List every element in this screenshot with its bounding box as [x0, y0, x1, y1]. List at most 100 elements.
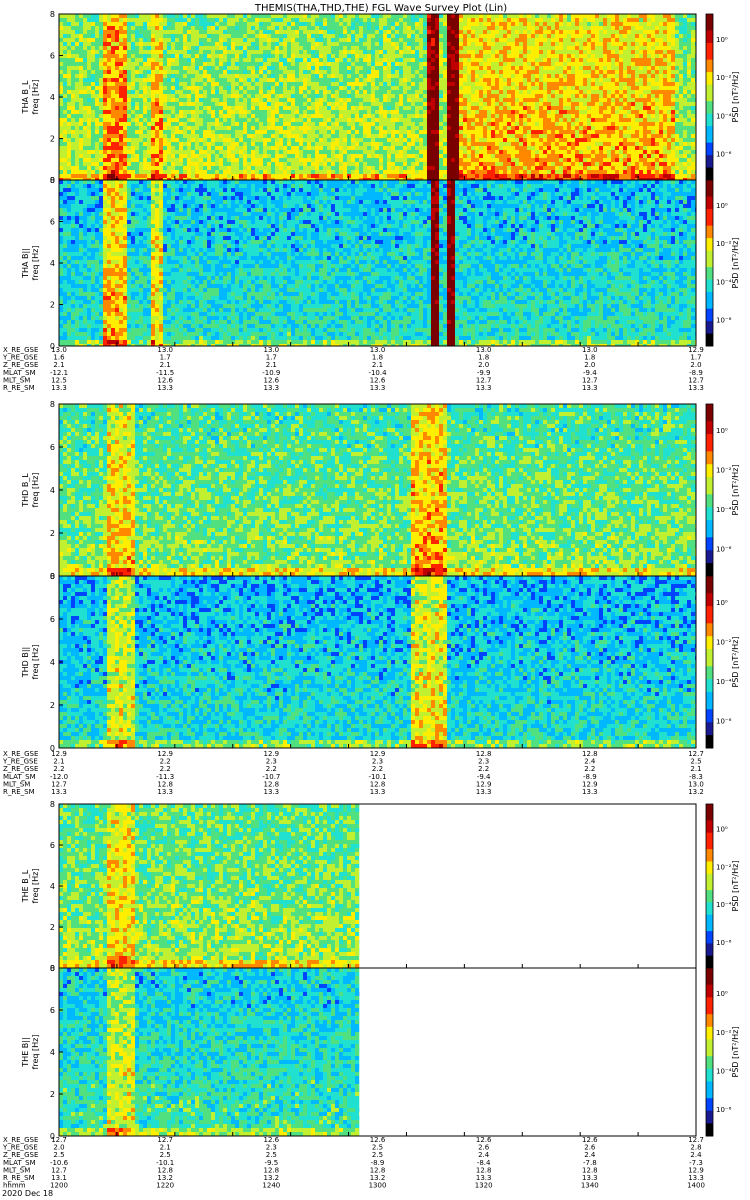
colorbar-tick-label: 10⁰ [716, 990, 728, 998]
spectrogram-cells [59, 404, 696, 576]
y-tick-label: 6 [50, 841, 55, 850]
wave-survey-plot: THEMIS(THA,THD,THE) FGL Wave Survey Plot… [2, 3, 740, 1198]
ephemeris-value: 13.3 [51, 788, 67, 796]
y-tick-label: 4 [50, 882, 55, 891]
y-tick-label: 6 [50, 52, 55, 61]
y-tick-label: 6 [50, 443, 55, 452]
ephemeris-value: 13.3 [582, 788, 598, 796]
colorbar-tick-label: 10⁻⁶ [716, 545, 732, 553]
colorbar: 10⁰ 10⁻² 10⁻⁴ 10⁻⁶ PSD [nT²/Hz] [705, 179, 740, 347]
y-tick-label: 8 [50, 10, 55, 19]
y-axis-label: THE B_L [21, 869, 30, 903]
y-tick-label: 8 [50, 964, 55, 973]
colorbar-tick-label: 10⁻⁴ [716, 1067, 732, 1075]
colorbar-tick-label: 10⁻⁶ [716, 717, 732, 725]
spectrogram-cells [59, 14, 696, 180]
colorbar-tick-label: 10⁻⁴ [716, 278, 732, 286]
colorbar-tick-label: 10⁻⁶ [716, 316, 732, 324]
colorbar-tick-label: 10⁰ [716, 826, 728, 834]
y-axis-label: THD B|| [21, 647, 30, 678]
ephemeris-table: X_RE_GSE 12.7 12.7 12.6 12.6 12.6 12.6 12.7Y_RE… [2, 1136, 705, 1190]
colorbar-tick-label: 10⁰ [716, 427, 728, 435]
colorbar-tick-label: 10⁻⁴ [716, 678, 732, 686]
y-tick-label: 8 [50, 572, 55, 581]
colorbar-label: PSD [nT²/Hz] [731, 861, 740, 912]
y-axis-label: THD B_L [21, 473, 30, 508]
colorbar-tick-label: 10⁻⁴ [716, 901, 732, 909]
ephemeris-value: 1300 [369, 1182, 387, 1190]
spectrogram-panel: 02468THD B_L freq [Hz]10⁰10⁻²10⁻⁴10⁻⁶PSD … [21, 400, 740, 581]
colorbar: 10⁰ 10⁻² 10⁻⁴ 10⁻⁶ PSD [nT²/Hz] [705, 967, 740, 1137]
colorbar-tick-label: 10⁻⁶ [716, 150, 732, 158]
colorbar: 10⁰ 10⁻² 10⁻⁴ 10⁻⁶ PSD [nT²/Hz] [705, 803, 740, 969]
ephemeris-value: 13.3 [370, 384, 386, 392]
colorbar-tick-label: 10⁰ [716, 202, 728, 210]
ephemeris-value: 13.3 [370, 788, 386, 796]
y-tick-label: 2 [50, 301, 55, 310]
colorbar-tick-label: 10⁻² [716, 74, 732, 82]
colorbar-tick-label: 10⁻⁴ [716, 112, 732, 120]
y-tick-label: 6 [50, 615, 55, 624]
ephemeris-value: 13.3 [157, 384, 173, 392]
ephemeris-row-label: R_RE_SM [3, 788, 35, 796]
colorbar-tick-label: 10⁻² [716, 466, 732, 474]
ephemeris-value: 13.3 [264, 788, 280, 796]
ephemeris-value: 1400 [687, 1182, 705, 1190]
spectrogram-panel: 02468THE B_L freq [Hz]10⁰10⁻²10⁻⁴10⁻⁶PSD … [21, 800, 740, 973]
y-tick-label: 2 [50, 701, 55, 710]
y-axis-label: THE B|| [21, 1037, 30, 1067]
date-label: 2020 Dec 18 [2, 1189, 53, 1198]
y-tick-label: 2 [50, 135, 55, 144]
y-tick-label: 4 [50, 1048, 55, 1057]
spectrogram-cells [59, 804, 360, 968]
ephemeris-row-label: R_RE_SM [3, 384, 35, 392]
ephemeris-value: 13.3 [476, 788, 492, 796]
colorbar: 10⁰ 10⁻² 10⁻⁴ 10⁻⁶ PSD [nT²/Hz] [705, 13, 740, 181]
y-tick-label: 6 [50, 1006, 55, 1015]
colorbar-label: PSD [nT²/Hz] [731, 1027, 740, 1078]
ephemeris-value: 1320 [475, 1182, 493, 1190]
ephemeris-value: 1240 [262, 1182, 280, 1190]
y-tick-label: 4 [50, 486, 55, 495]
ephemeris-value: 13.3 [476, 384, 492, 392]
colorbar-tick-label: 10⁻² [716, 1029, 732, 1037]
colorbar-tick-label: 10⁻² [716, 863, 732, 871]
ephemeris-table: X_RE_GSE 13.0 13.0 13.0 13.0 13.0 13.0 12.9Y_RE… [2, 346, 704, 392]
spectrogram-panel: 02468THA B_L freq [Hz]10⁰10⁻²10⁻⁴10⁻⁶PSD … [21, 10, 740, 185]
ephemeris-value: 13.2 [688, 788, 704, 796]
y-axis-label: freq [Hz] [31, 869, 40, 904]
panels-layer: 02468THA B_L freq [Hz]10⁰10⁻²10⁻⁴10⁻⁶PSD … [21, 10, 740, 1141]
ephemeris-table: X_RE_GSE 12.9 12.9 12.9 12.9 12.8 12.8 12.7Y_RE… [2, 750, 704, 796]
y-axis-label: freq [Hz] [31, 246, 40, 281]
colorbar-label: PSD [nT²/Hz] [731, 238, 740, 289]
y-tick-label: 6 [50, 218, 55, 227]
y-tick-label: 8 [50, 176, 55, 185]
colorbar-tick-label: 10⁰ [716, 599, 728, 607]
ephemeris-value: 13.3 [582, 384, 598, 392]
ephemeris-value: 1220 [156, 1182, 174, 1190]
y-axis-label: THA B_L [21, 80, 30, 114]
colorbar-label: PSD [nT²/Hz] [731, 72, 740, 123]
y-axis-label: freq [Hz] [31, 645, 40, 680]
y-axis-label: freq [Hz] [31, 80, 40, 115]
spectrogram-cells [59, 968, 360, 1136]
spectrogram-panel: 02468THE B|| freq [Hz]10⁰10⁻²10⁻⁴10⁻⁶PSD … [21, 964, 740, 1141]
y-tick-label: 8 [50, 800, 55, 809]
y-axis-label: freq [Hz] [31, 1035, 40, 1070]
y-axis-label: THA B|| [21, 248, 30, 279]
y-tick-label: 2 [50, 1090, 55, 1099]
colorbar-tick-label: 10⁻⁴ [716, 506, 732, 514]
y-tick-label: 2 [50, 529, 55, 538]
colorbar-tick-label: 10⁰ [716, 36, 728, 44]
ephemeris-value: 13.3 [688, 384, 704, 392]
y-tick-label: 4 [50, 658, 55, 667]
ephemeris-value: 1340 [581, 1182, 599, 1190]
colorbar-tick-label: 10⁻² [716, 638, 732, 646]
ephemeris-value: 13.3 [264, 384, 280, 392]
spectrogram-cells [59, 576, 696, 748]
y-tick-label: 4 [50, 259, 55, 268]
spectrogram-panel: 02468THD B|| freq [Hz]10⁰10⁻²10⁻⁴10⁻⁶PSD … [21, 572, 740, 753]
colorbar-tick-label: 10⁻⁶ [716, 1106, 732, 1114]
colorbar: 10⁰ 10⁻² 10⁻⁴ 10⁻⁶ PSD [nT²/Hz] [705, 575, 740, 749]
ephemeris-value: 13.3 [51, 384, 67, 392]
